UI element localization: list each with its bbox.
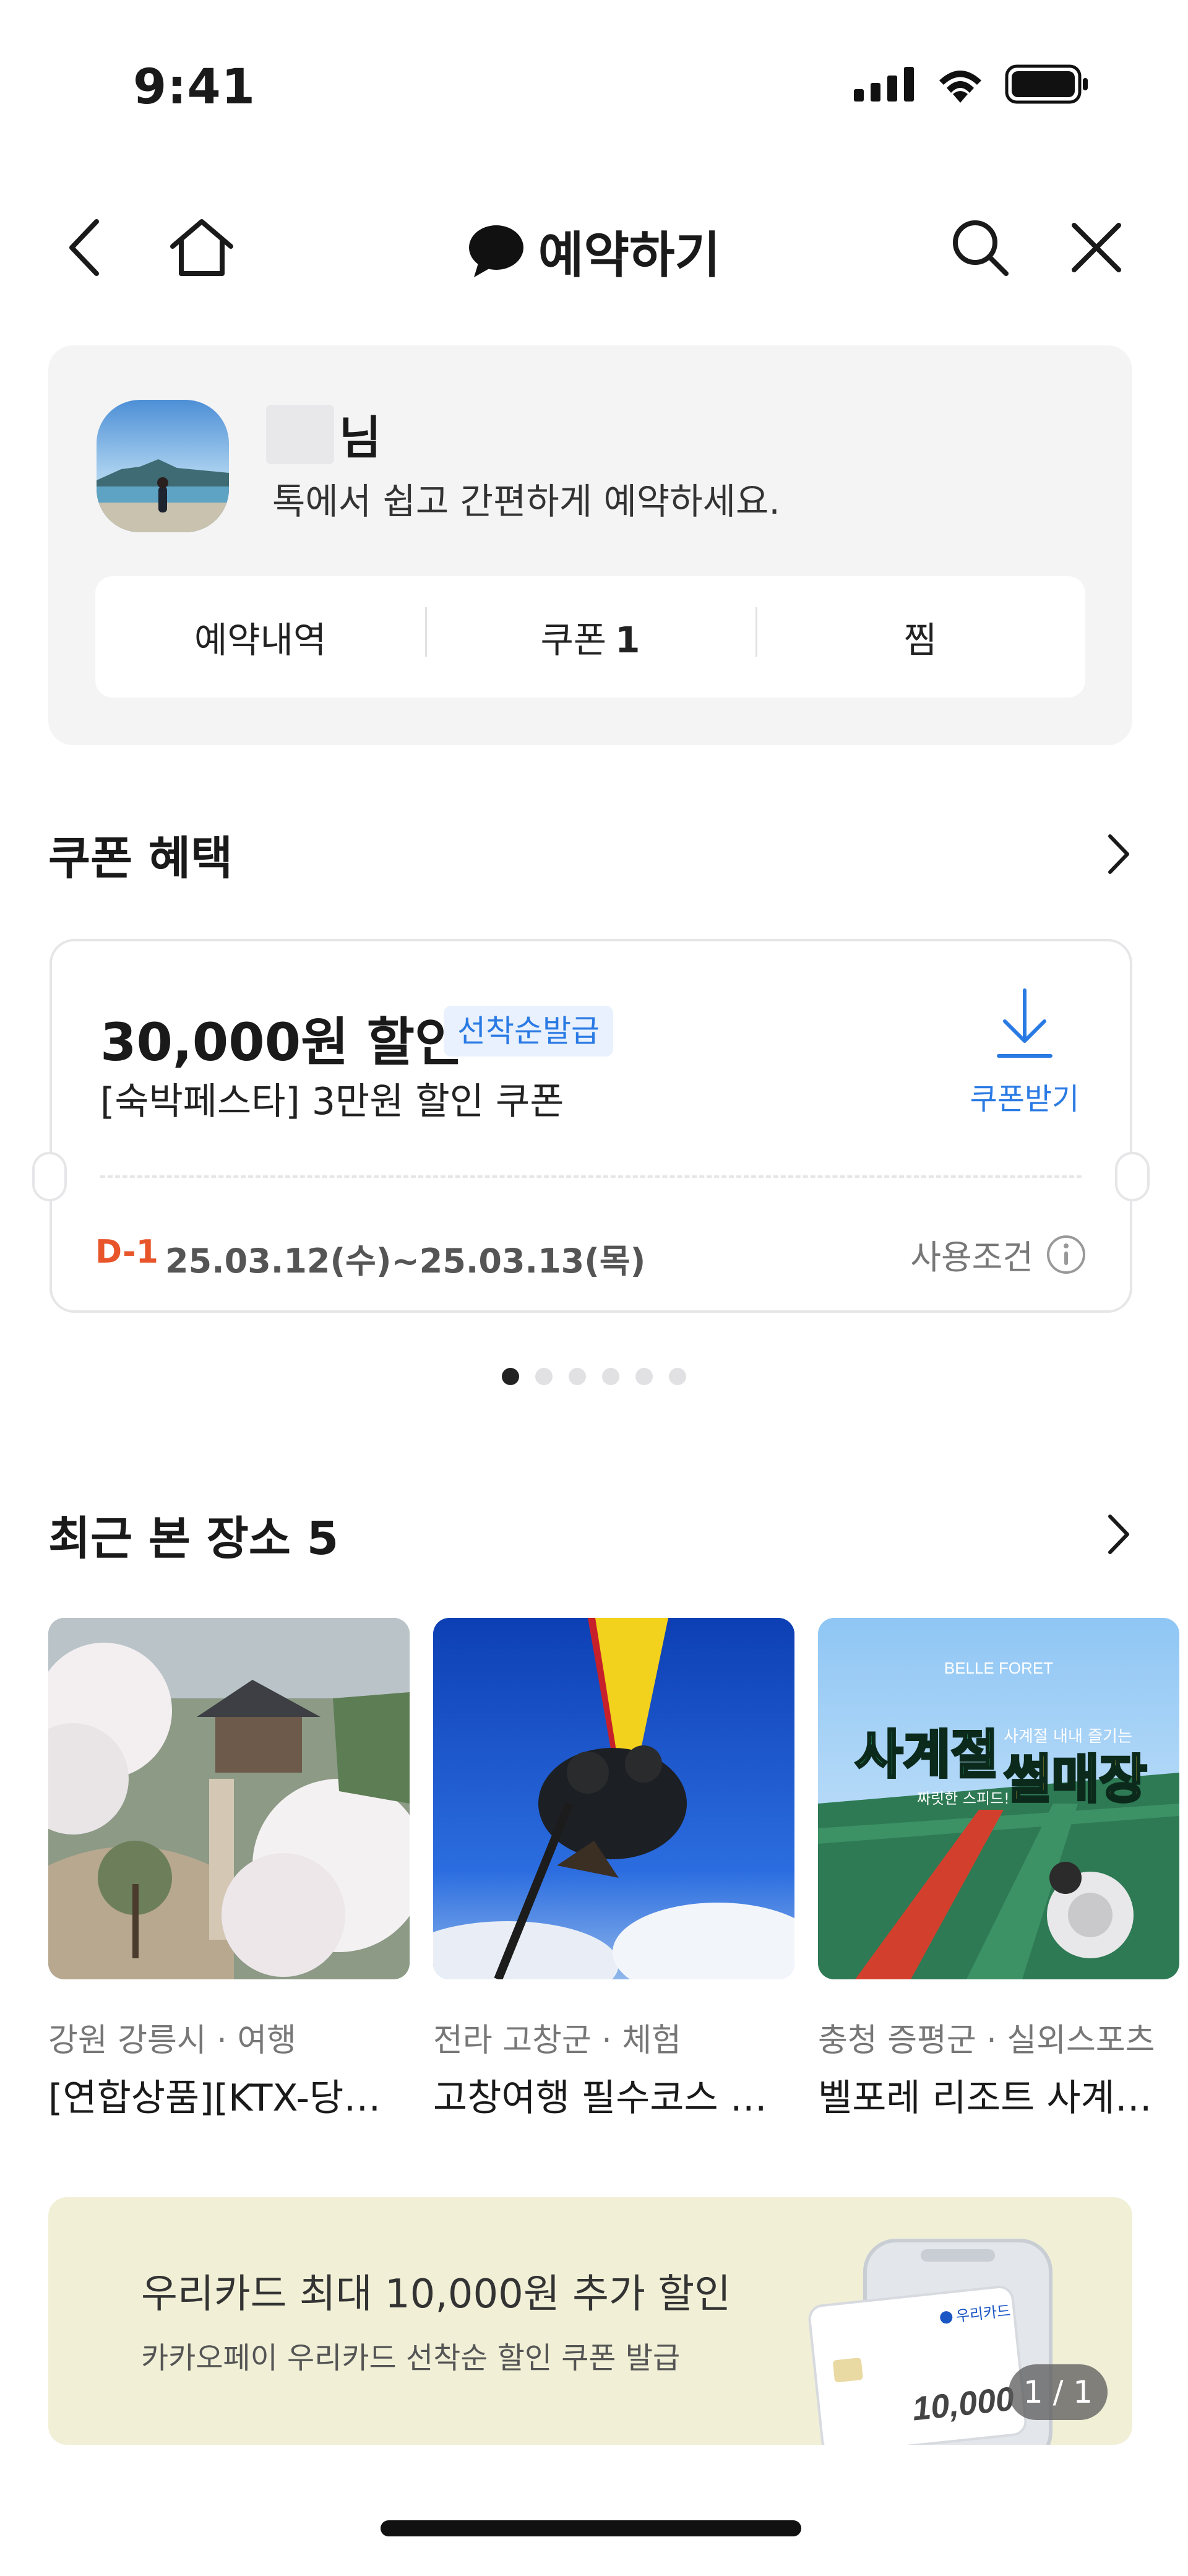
coupon-badge: 선착순발급 <box>444 1006 613 1057</box>
avatar-photo <box>97 400 229 532</box>
status-bar: 9:41 <box>0 0 1188 155</box>
coupon-dday: D-1 <box>95 1234 158 1271</box>
coupon-divider <box>100 1175 1082 1178</box>
promo-banner[interactable]: 우리카드 최대 10,000원 추가 할인 카카오페이 우리카드 선착순 할인 … <box>48 2197 1132 2445</box>
coupon-notch-right <box>1115 1152 1150 1201</box>
coupon-section-header[interactable]: 쿠폰 혜택 <box>48 820 1132 888</box>
battery-icon <box>1005 64 1088 104</box>
banner-subtitle: 카카오페이 우리카드 선착순 할인 쿠폰 발급 <box>141 2341 681 2375</box>
close-icon <box>1072 223 1121 272</box>
coupon-download-label: 쿠폰받기 <box>970 1082 1080 1117</box>
recent-item[interactable]: 강원 강릉시 · 여행 [연합상품][KTX-당일] 강릉 여행 <box>48 1618 410 2122</box>
chevron-right-icon <box>1108 834 1129 874</box>
wifi-icon <box>939 71 981 103</box>
recent-section-title: 최근 본 장소 5 <box>48 1511 339 1565</box>
pagination-dot <box>669 1368 686 1385</box>
profile-card: 님 톡에서 쉽고 간편하게 예약하세요. 예약내역 쿠폰 1 찜 <box>48 345 1132 745</box>
recent-location: 전라 고창군 · 체험 <box>433 2022 681 2059</box>
recent-location: 강원 강릉시 · 여행 <box>48 2022 296 2059</box>
recent-title: [연합상품][KTX-당일] 강릉 여행 <box>48 2077 410 2120</box>
chat-bubble-icon <box>468 225 523 277</box>
coupon-section-title: 쿠폰 혜택 <box>48 831 233 885</box>
search-icon <box>953 220 1009 276</box>
user-name: 님 <box>266 401 381 467</box>
recent-section-header[interactable]: 최근 본 장소 5 <box>48 1500 1132 1568</box>
recent-item[interactable]: 전라 고창군 · 체험 고창여행 필수코스 패러글라이딩 <box>433 1618 794 2122</box>
coupon-terms-button[interactable]: 사용조건 <box>910 1230 1087 1279</box>
coupon-amount: 30,000원 할인 <box>100 1012 463 1073</box>
status-time: 9:41 <box>133 59 256 115</box>
coupon-download-button[interactable]: 쿠폰받기 <box>963 988 1087 1118</box>
signal-icon <box>854 67 914 102</box>
thumb3-headline-1: 사계절 <box>855 1724 999 1785</box>
recent-thumb: BELLE FORET 사계절 썰매장 사계절 내내 즐기는 짜릿한 스피드! <box>818 1618 1179 1979</box>
status-icons <box>854 64 1089 104</box>
thumb3-tag-1: 사계절 내내 즐기는 <box>1004 1727 1132 1746</box>
tab-reservations[interactable]: 예약내역 <box>95 611 425 663</box>
coupon-pagination <box>0 1368 1188 1385</box>
recent-location: 충청 증평군 · 실외스포츠 <box>818 2022 1155 2059</box>
coupon-terms-label: 사용조건 <box>910 1238 1033 1277</box>
close-button[interactable] <box>1059 214 1134 282</box>
pagination-dot <box>635 1368 653 1385</box>
thumb3-tag-2: 짜릿한 스피드! <box>917 1790 1010 1807</box>
recent-thumb <box>433 1618 794 1979</box>
pagination-dot <box>535 1368 553 1385</box>
coupon-card[interactable]: 30,000원 할인 선착순발급 [숙박페스타] 3만원 할인 쿠폰 쿠폰받기 … <box>32 939 1150 1313</box>
recent-title: 고창여행 필수코스 패러글라이딩 <box>433 2077 794 2120</box>
recent-item[interactable]: BELLE FORET 사계절 썰매장 사계절 내내 즐기는 짜릿한 스피드! … <box>818 1618 1179 2122</box>
thumb-sled-resort: BELLE FORET 사계절 썰매장 사계절 내내 즐기는 짜릿한 스피드! <box>818 1618 1179 1979</box>
recent-thumb <box>48 1618 410 1979</box>
home-indicator <box>381 2520 801 2536</box>
recent-title: 벨포레 리조트 사계절 썰매장 <box>818 2077 1179 2120</box>
thumb-paragliding <box>433 1618 794 1979</box>
tab-reservations-label: 예약내역 <box>194 619 327 661</box>
tab-wishlist[interactable]: 찜 <box>755 607 1085 663</box>
coupon-notch-left <box>32 1152 67 1201</box>
banner-counter: 1 / 1 <box>1009 2364 1108 2420</box>
chevron-right-icon <box>1108 1515 1129 1554</box>
tab-coupons-label: 쿠폰 <box>540 619 607 661</box>
pagination-dot-active <box>502 1368 519 1385</box>
banner-title: 우리카드 최대 10,000원 추가 할인 <box>141 2271 731 2317</box>
name-redacted <box>266 404 334 464</box>
name-suffix: 님 <box>339 412 382 465</box>
nav-bar: 예약하기 <box>0 186 1188 303</box>
profile-tabs: 예약내역 쿠폰 1 찜 <box>95 576 1085 698</box>
pagination-dot <box>569 1368 586 1385</box>
coupon-count: 1 <box>615 619 640 661</box>
tab-wishlist-label: 찜 <box>903 619 937 661</box>
coupon-name: [숙박페스타] 3만원 할인 쿠폰 <box>100 1080 564 1123</box>
tab-coupons[interactable]: 쿠폰 1 <box>425 607 755 663</box>
greeting-text: 톡에서 쉽고 간편하게 예약하세요. <box>272 480 780 522</box>
pagination-dot <box>602 1368 619 1385</box>
thumb3-headline-2: 썰매장 <box>1004 1749 1147 1810</box>
download-icon <box>997 988 1052 1058</box>
page-title-text: 예약하기 <box>538 227 721 284</box>
thumb3-brand: BELLE FORET <box>944 1659 1053 1677</box>
avatar[interactable] <box>97 400 229 532</box>
thumb-temple-blossoms <box>48 1618 410 1979</box>
recent-places-list: 강원 강릉시 · 여행 [연합상품][KTX-당일] 강릉 여행 <box>48 1618 1188 2120</box>
search-button[interactable] <box>943 214 1017 282</box>
coupon-period: 25.03.12(수)~25.03.13(목) <box>165 1242 646 1281</box>
info-icon <box>1047 1235 1085 1274</box>
